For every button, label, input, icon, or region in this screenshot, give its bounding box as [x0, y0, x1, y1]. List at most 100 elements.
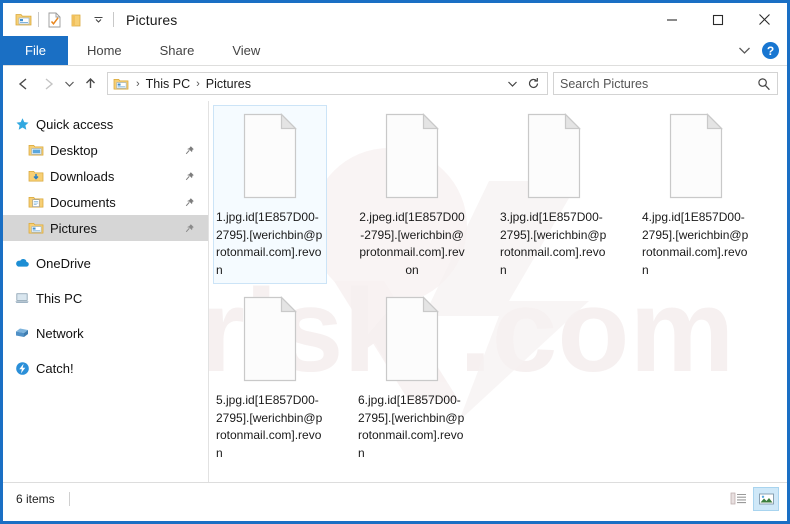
- tab-share[interactable]: Share: [141, 36, 214, 65]
- tab-view[interactable]: View: [213, 36, 279, 65]
- file-list-pane[interactable]: risk .com 1.jpg.id[1E857D00-2795].[weric…: [208, 101, 787, 482]
- close-button[interactable]: [741, 3, 787, 36]
- details-view-button[interactable]: [725, 487, 751, 511]
- breadcrumb-separator-2: ›: [196, 77, 200, 90]
- refresh-icon[interactable]: [527, 77, 540, 90]
- sidebar-label: Network: [36, 325, 84, 341]
- pin-icon[interactable]: [183, 222, 195, 234]
- sidebar-gap-4: [3, 346, 208, 355]
- file-document-icon: [234, 293, 306, 385]
- minimize-button[interactable]: [649, 3, 695, 36]
- pin-icon[interactable]: [183, 170, 195, 182]
- chevron-down-icon[interactable]: [738, 46, 751, 55]
- sidebar-item-network[interactable]: Network: [3, 320, 208, 346]
- sidebar-item-quick-access[interactable]: Quick access: [3, 111, 208, 137]
- recent-locations-button[interactable]: [60, 72, 78, 96]
- search-box[interactable]: Search Pictures: [553, 72, 778, 95]
- window-title: Pictures: [126, 11, 178, 28]
- sidebar-item-desktop[interactable]: Desktop: [3, 137, 208, 163]
- desktop-folder-icon: [28, 142, 44, 158]
- this-pc-icon: [14, 290, 30, 306]
- file-item[interactable]: 2.jpeg.id[1E857D00-2795].[werichbin@prot…: [355, 105, 469, 284]
- toolbar-separator-2: [113, 12, 114, 27]
- file-name-label: 3.jpg.id[1E857D00-2795].[werichbin@proto…: [500, 210, 607, 277]
- sidebar-item-pictures[interactable]: Pictures: [3, 215, 208, 241]
- status-separator: [68, 491, 70, 506]
- sidebar-label: Downloads: [50, 168, 115, 184]
- downloads-folder-icon: [28, 168, 44, 184]
- pin-icon[interactable]: [183, 196, 195, 208]
- file-item[interactable]: 3.jpg.id[1E857D00-2795].[werichbin@proto…: [497, 105, 611, 284]
- file-item[interactable]: 4.jpg.id[1E857D00-2795].[werichbin@proto…: [639, 105, 753, 284]
- ribbon-right-controls: ?: [738, 36, 779, 65]
- breadcrumb-separator-1: ›: [136, 77, 140, 90]
- view-mode-buttons: [725, 486, 783, 511]
- sidebar-label: OneDrive: [36, 255, 91, 271]
- file-item[interactable]: 5.jpg.id[1E857D00-2795].[werichbin@proto…: [213, 288, 327, 467]
- sidebar-label: Pictures: [50, 220, 97, 236]
- sidebar-item-downloads[interactable]: Downloads: [3, 163, 208, 189]
- sidebar-gap-3: [3, 311, 208, 320]
- address-bar-row: › This PC › Pictures Search Pictures: [3, 66, 787, 101]
- file-item[interactable]: 1.jpg.id[1E857D00-2795].[werichbin@proto…: [213, 105, 327, 284]
- file-name-label: 5.jpg.id[1E857D00-2795].[werichbin@proto…: [216, 393, 323, 460]
- large-icons-view-button[interactable]: [753, 486, 779, 511]
- tab-home[interactable]: Home: [68, 36, 141, 65]
- quick-access-toolbar: Pictures: [3, 3, 177, 36]
- file-document-icon: [518, 110, 590, 202]
- file-name-label: 2.jpeg.id[1E857D00-2795].[werichbin@prot…: [359, 210, 465, 277]
- file-item[interactable]: 6.jpg.id[1E857D00-2795].[werichbin@proto…: [355, 288, 469, 467]
- sidebar-item-this-pc[interactable]: This PC: [3, 285, 208, 311]
- file-document-icon: [376, 110, 448, 202]
- new-folder-icon[interactable]: [65, 9, 87, 31]
- file-name-label: 6.jpg.id[1E857D00-2795].[werichbin@proto…: [358, 393, 465, 460]
- file-document-icon: [376, 293, 448, 385]
- properties-icon[interactable]: [43, 9, 65, 31]
- address-bar[interactable]: › This PC › Pictures: [107, 72, 548, 95]
- file-name-label: 1.jpg.id[1E857D00-2795].[werichbin@proto…: [216, 210, 323, 277]
- explorer-icon[interactable]: [12, 9, 34, 31]
- file-document-icon: [234, 110, 306, 202]
- pin-icon[interactable]: [183, 144, 195, 156]
- sidebar-label: Catch!: [36, 360, 74, 376]
- sidebar-label: This PC: [36, 290, 83, 306]
- network-icon: [14, 325, 30, 341]
- explorer-body: Quick access Desktop Downloads Documents…: [3, 101, 787, 482]
- sidebar-gap-1: [3, 241, 208, 250]
- help-button[interactable]: ?: [762, 42, 779, 59]
- sidebar-label: Documents: [50, 194, 116, 210]
- address-bar-controls: [507, 77, 544, 90]
- ribbon-tab-bar: File Home Share View ?: [3, 36, 787, 66]
- pictures-folder-icon: [28, 220, 44, 236]
- sidebar-label: Quick access: [36, 116, 114, 132]
- sidebar-gap-2: [3, 276, 208, 285]
- address-folder-icon: [113, 77, 129, 91]
- search-icon[interactable]: [757, 77, 771, 91]
- navigation-pane: Quick access Desktop Downloads Documents…: [3, 101, 208, 482]
- tab-file[interactable]: File: [3, 36, 68, 65]
- sidebar-label: Desktop: [50, 142, 98, 158]
- forward-button[interactable]: [36, 72, 60, 96]
- catch-lightning-icon: [14, 360, 30, 376]
- documents-folder-icon: [28, 194, 44, 210]
- breadcrumb-pictures[interactable]: Pictures: [204, 77, 253, 91]
- file-name-label: 4.jpg.id[1E857D00-2795].[werichbin@proto…: [642, 210, 749, 277]
- caption-buttons: [649, 3, 787, 36]
- sidebar-item-onedrive[interactable]: OneDrive: [3, 250, 208, 276]
- star-icon: [14, 116, 30, 132]
- up-button[interactable]: [78, 72, 102, 96]
- address-dropdown-icon[interactable]: [507, 80, 518, 88]
- status-bar: 6 items: [3, 482, 787, 514]
- item-count-label: 6 items: [16, 491, 55, 506]
- sidebar-item-documents[interactable]: Documents: [3, 189, 208, 215]
- file-document-icon: [660, 110, 732, 202]
- file-explorer-window: Pictures File Home Share View ? › This P…: [0, 0, 790, 524]
- maximize-button[interactable]: [695, 3, 741, 36]
- search-input[interactable]: Search Pictures: [560, 77, 757, 91]
- title-bar: Pictures: [3, 3, 787, 36]
- sidebar-item-catch[interactable]: Catch!: [3, 355, 208, 381]
- back-button[interactable]: [12, 72, 36, 96]
- onedrive-cloud-icon: [14, 255, 30, 271]
- customize-chevron-icon[interactable]: [87, 9, 109, 31]
- breadcrumb-this-pc[interactable]: This PC: [144, 77, 192, 91]
